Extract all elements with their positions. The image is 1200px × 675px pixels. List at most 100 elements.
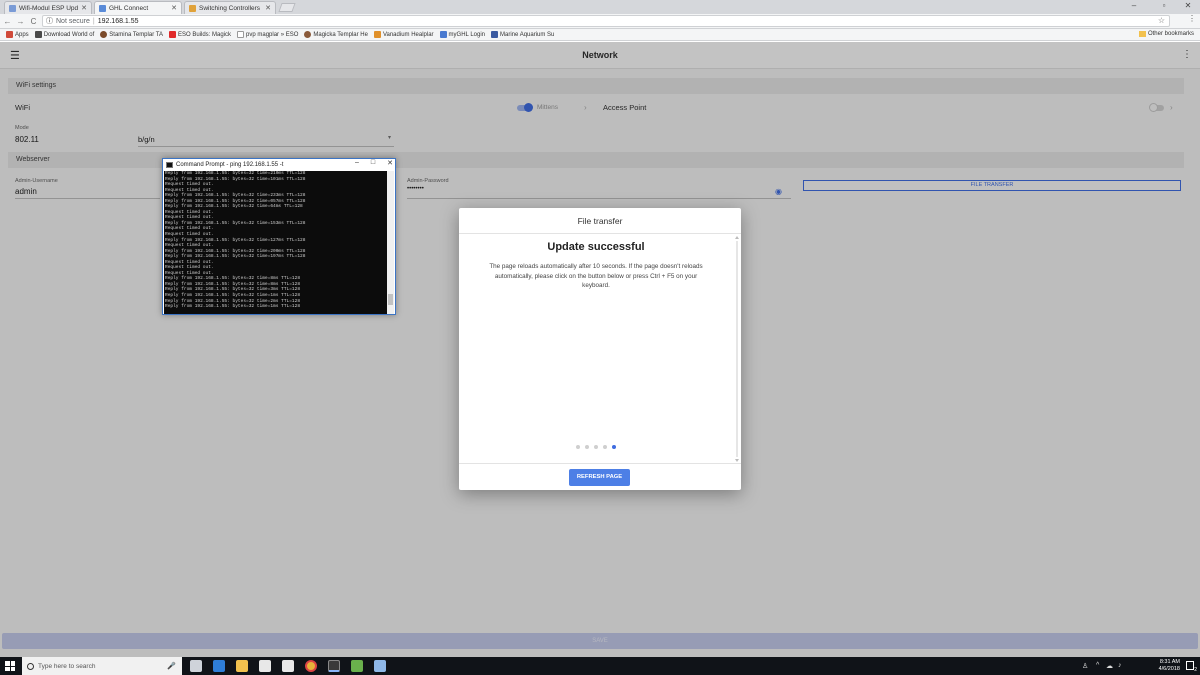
chrome-icon[interactable] <box>305 660 317 672</box>
bookmark-item[interactable]: Marine Aquarium Su <box>491 31 554 38</box>
taskbar-clock[interactable]: 8:31 AM 4/6/2018 <box>1140 659 1180 673</box>
volume-icon[interactable]: ♪ <box>1118 662 1122 669</box>
tab-switching-controllers[interactable]: Switching Controllers | F ✕ <box>184 1 276 14</box>
browser-toolbar: ← → C ⓘ Not secure | 192.168.1.55 ☆ ⋮ <box>0 14 1200 29</box>
people-icon[interactable]: ♙ <box>1082 662 1088 670</box>
file-explorer-icon[interactable] <box>236 660 248 672</box>
bookmark-item[interactable]: myGHL Login <box>439 31 485 38</box>
cmd-scrollbar[interactable] <box>387 171 394 314</box>
search-placeholder: Type here to search <box>38 662 96 670</box>
bookmark-item[interactable]: ESO Builds: Magick <box>168 31 232 38</box>
tab-ghl-connect[interactable]: GHL Connect ✕ <box>94 1 182 14</box>
tab-close-icon[interactable]: ✕ <box>171 4 177 12</box>
windows-taskbar: Type here to search 🎤 ♙ ^ ☁ ♪ 8:31 AM 4/… <box>0 657 1200 675</box>
bookmark-item[interactable]: Stamina Templar TA <box>100 31 163 38</box>
progress-dot <box>594 445 598 449</box>
bookmark-favicon-icon <box>100 31 108 38</box>
cloud-icon[interactable]: ☁ <box>1106 662 1113 670</box>
page-icon <box>237 31 245 38</box>
bookmark-label: ESO Builds: Magick <box>177 31 232 38</box>
tab-wifi-modul[interactable]: Wifi-Modul ESP Updat ✕ <box>4 1 92 14</box>
tab-label: Switching Controllers | F <box>199 4 262 12</box>
windows-start-icon[interactable] <box>5 661 15 671</box>
refresh-page-button[interactable]: REFRESH PAGE <box>569 469 630 486</box>
taskbar-search-box[interactable]: Type here to search 🎤 <box>22 657 182 675</box>
cmd-app-icon <box>166 161 173 168</box>
tab-close-icon[interactable]: ✕ <box>265 4 271 12</box>
bookmark-favicon-icon <box>373 31 381 38</box>
progress-dot <box>603 445 607 449</box>
restore-icon[interactable]: ▫ <box>1154 1 1174 10</box>
mail-icon[interactable] <box>282 660 294 672</box>
page-content: ☰ Network ⋮ WiFi settings WiFi Mittens ›… <box>0 42 1200 657</box>
clock-time: 8:31 AM <box>1159 659 1180 665</box>
chevron-up-icon[interactable]: ^ <box>1096 662 1099 669</box>
url-text[interactable]: 192.168.1.55 <box>98 18 139 25</box>
system-tray: ♙ ^ ☁ ♪ 8:31 AM 4/6/2018 2 <box>1080 657 1200 675</box>
folder-icon <box>1138 31 1146 37</box>
dialog-header: File transfer <box>459 208 741 234</box>
cmd-console-output[interactable]: Reply from 192.168.1.55: bytes=32 time=2… <box>164 171 388 314</box>
bookmark-label: pvp magplar » ESO <box>246 31 299 38</box>
progress-dot <box>585 445 589 449</box>
tab-label: Wifi-Modul ESP Updat <box>19 4 79 12</box>
progress-dot <box>576 445 580 449</box>
tab-label: GHL Connect <box>109 4 149 12</box>
command-prompt-window[interactable]: Command Prompt - ping 192.168.1.55 -t – … <box>162 158 396 315</box>
cmd-close-icon[interactable]: ✕ <box>387 159 393 167</box>
ghl-icon <box>439 31 447 38</box>
console-line: Reply from 192.168.1.55: bytes=32 time=1… <box>165 304 301 310</box>
address-bar[interactable]: ⓘ Not secure | 192.168.1.55 ☆ <box>42 15 1170 27</box>
cmd-maximize-icon[interactable]: □ <box>371 159 375 167</box>
dialog-footer: REFRESH PAGE <box>459 463 741 490</box>
app-green-icon[interactable] <box>351 660 363 672</box>
forward-arrow-icon[interactable]: → <box>15 17 26 26</box>
bookmark-item[interactable]: Magicka Templar He <box>304 31 368 38</box>
app-blue-icon[interactable] <box>374 660 386 672</box>
other-bookmarks-label: Other bookmarks <box>1147 31 1194 37</box>
bookmark-item[interactable]: pvp magplar » ESO <box>237 31 298 38</box>
not-secure-label: Not secure <box>56 17 90 25</box>
bookmark-item[interactable]: Vanadium Healplar <box>373 31 434 38</box>
bookmark-apps[interactable]: Apps <box>6 31 29 38</box>
action-center-icon[interactable] <box>1186 661 1194 670</box>
cmd-minimize-icon[interactable]: – <box>355 159 359 167</box>
bookmark-item[interactable]: Download World of <box>34 31 94 38</box>
youtube-icon <box>168 31 176 38</box>
bookmark-label: Magicka Templar He <box>313 31 368 38</box>
info-icon[interactable]: ⓘ <box>46 16 53 26</box>
file-transfer-dialog: File transfer Update successful The page… <box>459 208 741 490</box>
bookmarks-bar: Apps Download World of Stamina Templar T… <box>0 29 1200 41</box>
cmd-icon[interactable] <box>328 660 340 672</box>
task-view-icon[interactable] <box>190 660 202 672</box>
bookmark-favicon-icon <box>304 31 312 38</box>
close-window-icon[interactable]: ✕ <box>1178 1 1198 10</box>
back-arrow-icon[interactable]: ← <box>2 17 13 26</box>
minimize-icon[interactable]: – <box>1124 1 1144 10</box>
edge-icon[interactable] <box>213 660 225 672</box>
other-bookmarks[interactable]: Other bookmarks <box>1138 31 1194 37</box>
tab-favicon-icon <box>99 4 106 12</box>
dialog-scrollbar[interactable] <box>734 235 740 463</box>
progress-dots <box>459 445 733 449</box>
microphone-icon[interactable]: 🎤 <box>167 662 176 670</box>
bookmark-star-icon[interactable]: ☆ <box>1158 16 1165 25</box>
bookmark-label: Marine Aquarium Su <box>500 31 555 38</box>
tab-close-icon[interactable]: ✕ <box>81 4 87 12</box>
clock-date: 4/6/2018 <box>1158 666 1180 672</box>
bookmark-label: Apps <box>15 31 29 38</box>
bookmark-favicon-icon <box>34 31 42 38</box>
cmd-title-bar[interactable]: Command Prompt - ping 192.168.1.55 -t – … <box>163 159 395 170</box>
bookmark-label: Stamina Templar TA <box>109 31 163 38</box>
store-icon[interactable] <box>259 660 271 672</box>
tab-favicon-icon <box>189 4 196 12</box>
dialog-message: The page reloads automatically after 10 … <box>489 263 703 289</box>
new-tab-button[interactable] <box>278 3 296 12</box>
bookmark-favicon-icon <box>491 31 499 38</box>
reload-icon[interactable]: C <box>28 17 39 26</box>
cortana-circle-icon <box>27 662 34 670</box>
notification-count: 2 <box>1194 667 1197 673</box>
cmd-scrollbar-thumb[interactable] <box>388 294 393 305</box>
dialog-title: Update successful <box>547 241 645 253</box>
browser-menu-icon[interactable]: ⋮ <box>1188 14 1196 23</box>
